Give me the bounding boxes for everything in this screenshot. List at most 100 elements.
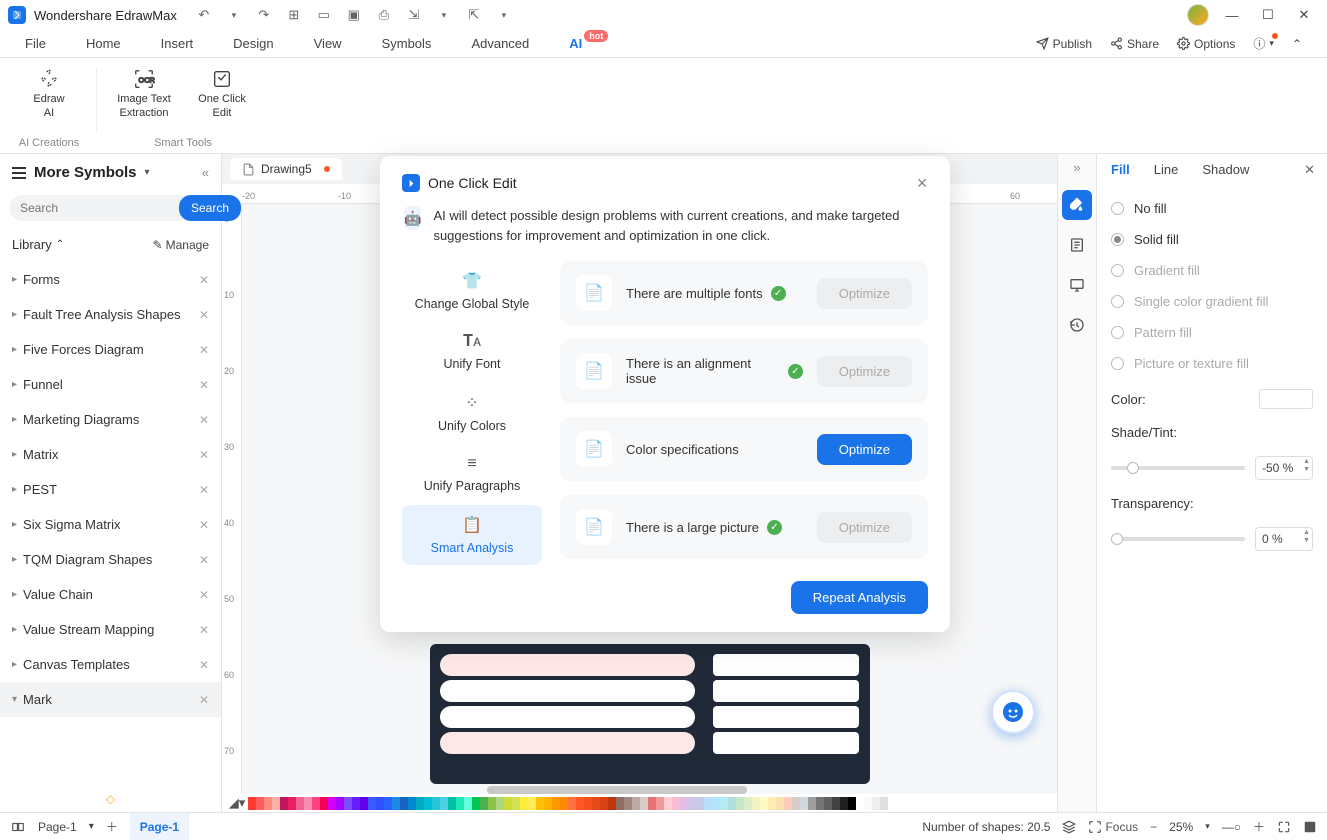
tab-fill[interactable]: Fill: [1111, 162, 1130, 181]
layers-icon[interactable]: [1062, 820, 1076, 834]
color-swatch[interactable]: [568, 797, 576, 810]
color-swatch[interactable]: [288, 797, 296, 810]
zoom-in-icon[interactable]: ＋: [1253, 818, 1265, 835]
color-swatch[interactable]: [584, 797, 592, 810]
undo-dropdown-icon[interactable]: ▾: [223, 4, 245, 26]
analysis-option[interactable]: ⁘Unify Colors: [402, 383, 542, 443]
fill-option-radio[interactable]: No fill: [1111, 193, 1313, 224]
color-swatch[interactable]: [416, 797, 424, 810]
color-swatch[interactable]: [792, 797, 800, 810]
page-label[interactable]: Page-1: [38, 820, 77, 834]
color-swatch[interactable]: [280, 797, 288, 810]
open-icon[interactable]: ▭: [313, 4, 335, 26]
color-swatch[interactable]: [272, 797, 280, 810]
fullscreen-icon[interactable]: [1303, 820, 1317, 834]
color-swatch[interactable]: [352, 797, 360, 810]
remove-library-icon[interactable]: ✕: [199, 378, 209, 392]
color-swatch[interactable]: [472, 797, 480, 810]
color-swatch[interactable]: [488, 797, 496, 810]
ribbon-edraw-ai[interactable]: Edraw AI: [12, 64, 86, 125]
dialog-close-icon[interactable]: ✕: [916, 175, 928, 192]
share-button[interactable]: Share: [1110, 37, 1159, 51]
color-swatch[interactable]: [664, 797, 672, 810]
color-swatch[interactable]: [592, 797, 600, 810]
pages-icon[interactable]: [10, 820, 26, 834]
color-swatch[interactable]: [264, 797, 272, 810]
fit-screen-icon[interactable]: [1277, 820, 1291, 834]
fill-option-radio[interactable]: Solid fill: [1111, 224, 1313, 255]
page-dropdown-icon[interactable]: ▾: [89, 821, 94, 832]
color-swatch[interactable]: [704, 797, 712, 810]
color-swatch[interactable]: [848, 797, 856, 810]
color-swatch[interactable]: [392, 797, 400, 810]
color-swatch[interactable]: [688, 797, 696, 810]
color-swatch[interactable]: [744, 797, 752, 810]
import-icon[interactable]: ⇱: [463, 4, 485, 26]
color-swatch[interactable]: [256, 797, 264, 810]
tab-shadow[interactable]: Shadow: [1202, 162, 1249, 181]
ribbon-one-click-edit[interactable]: One Click Edit: [185, 64, 259, 125]
transparency-slider[interactable]: [1111, 537, 1245, 541]
color-swatch[interactable]: [736, 797, 744, 810]
color-swatch[interactable]: [328, 797, 336, 810]
page-tab-current[interactable]: Page-1: [130, 813, 189, 840]
menu-file[interactable]: File: [25, 36, 46, 51]
color-swatch[interactable]: [512, 797, 520, 810]
color-picker[interactable]: [1259, 389, 1313, 409]
color-swatch[interactable]: [312, 797, 320, 810]
history-rail-button[interactable]: [1062, 310, 1092, 340]
remove-library-icon[interactable]: ✕: [199, 448, 209, 462]
options-button[interactable]: Options: [1177, 37, 1235, 51]
menu-symbols[interactable]: Symbols: [382, 36, 432, 51]
export-dropdown-icon[interactable]: ▾: [433, 4, 455, 26]
analysis-option[interactable]: 𝐓ᴀUnify Font: [402, 323, 542, 381]
color-swatch[interactable]: [760, 797, 768, 810]
color-swatch[interactable]: [544, 797, 552, 810]
color-swatch[interactable]: [776, 797, 784, 810]
tab-line[interactable]: Line: [1154, 162, 1179, 181]
color-swatch[interactable]: [424, 797, 432, 810]
library-label[interactable]: Library: [12, 237, 52, 252]
color-swatch[interactable]: [368, 797, 376, 810]
print-icon[interactable]: ⎙: [373, 4, 395, 26]
menu-insert[interactable]: Insert: [161, 36, 194, 51]
library-item[interactable]: ▸Six Sigma Matrix✕: [0, 507, 221, 542]
spinner-icon[interactable]: ▲▼: [1303, 458, 1310, 473]
color-swatch[interactable]: [296, 797, 304, 810]
present-rail-button[interactable]: [1062, 270, 1092, 300]
optimize-button[interactable]: Optimize: [817, 434, 912, 465]
save-icon[interactable]: ▣: [343, 4, 365, 26]
search-button[interactable]: Search: [179, 195, 241, 221]
export-icon[interactable]: ⇲: [403, 4, 425, 26]
color-swatch[interactable]: [320, 797, 328, 810]
maximize-button[interactable]: ☐: [1253, 3, 1283, 27]
color-swatch[interactable]: [504, 797, 512, 810]
menu-home[interactable]: Home: [86, 36, 121, 51]
analysis-option[interactable]: 📋Smart Analysis: [402, 505, 542, 565]
color-swatch[interactable]: [808, 797, 816, 810]
spinner-icon[interactable]: ▲▼: [1303, 529, 1310, 544]
library-item[interactable]: ▸Funnel✕: [0, 367, 221, 402]
color-swatch[interactable]: [632, 797, 640, 810]
color-swatch[interactable]: [496, 797, 504, 810]
remove-library-icon[interactable]: ✕: [199, 658, 209, 672]
color-swatch[interactable]: [696, 797, 704, 810]
remove-library-icon[interactable]: ✕: [199, 483, 209, 497]
color-swatch[interactable]: [376, 797, 384, 810]
color-swatch[interactable]: [840, 797, 848, 810]
color-swatch[interactable]: [824, 797, 832, 810]
horizontal-scrollbar[interactable]: [487, 786, 748, 794]
library-item[interactable]: ▸TQM Diagram Shapes✕: [0, 542, 221, 577]
remove-library-icon[interactable]: ✕: [199, 553, 209, 567]
remove-library-icon[interactable]: ✕: [199, 588, 209, 602]
menu-design[interactable]: Design: [233, 36, 273, 51]
color-swatch[interactable]: [448, 797, 456, 810]
remove-library-icon[interactable]: ✕: [199, 308, 209, 322]
user-avatar[interactable]: [1187, 4, 1209, 26]
remove-library-icon[interactable]: ✕: [199, 273, 209, 287]
color-swatch[interactable]: [600, 797, 608, 810]
color-swatch[interactable]: [872, 797, 880, 810]
remove-library-icon[interactable]: ✕: [199, 413, 209, 427]
library-item[interactable]: ▸Value Chain✕: [0, 577, 221, 612]
close-panel-icon[interactable]: ✕: [1304, 162, 1315, 178]
